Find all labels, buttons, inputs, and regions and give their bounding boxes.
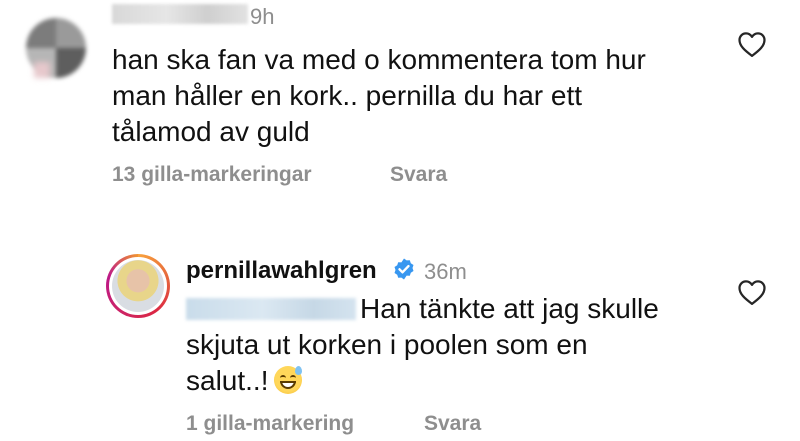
sweat-smile-emoji [274, 366, 303, 394]
comment-text-line: salut..! [186, 363, 659, 399]
comment-text-fragment: salut..! [186, 365, 269, 396]
comment-text-line: Han tänkte att jag skulle [360, 293, 659, 324]
avatar[interactable] [106, 254, 170, 318]
likes-count[interactable]: 1 gilla-markering [186, 412, 354, 436]
comment-time: 36m [424, 259, 467, 284]
comment-item: pernillawahlgren 36m Han tänkte att jag … [0, 0, 800, 441]
comment-username[interactable]: pernillawahlgren [186, 257, 377, 285]
comment-text: Han tänkte att jag skulle skjuta ut kork… [186, 291, 659, 399]
heart-icon[interactable] [737, 278, 767, 306]
profile-photo [112, 260, 164, 312]
comment-text-line: skjuta ut korken i poolen som en [186, 329, 588, 360]
reply-button[interactable]: Svara [424, 412, 481, 436]
verified-badge-icon [394, 258, 414, 280]
